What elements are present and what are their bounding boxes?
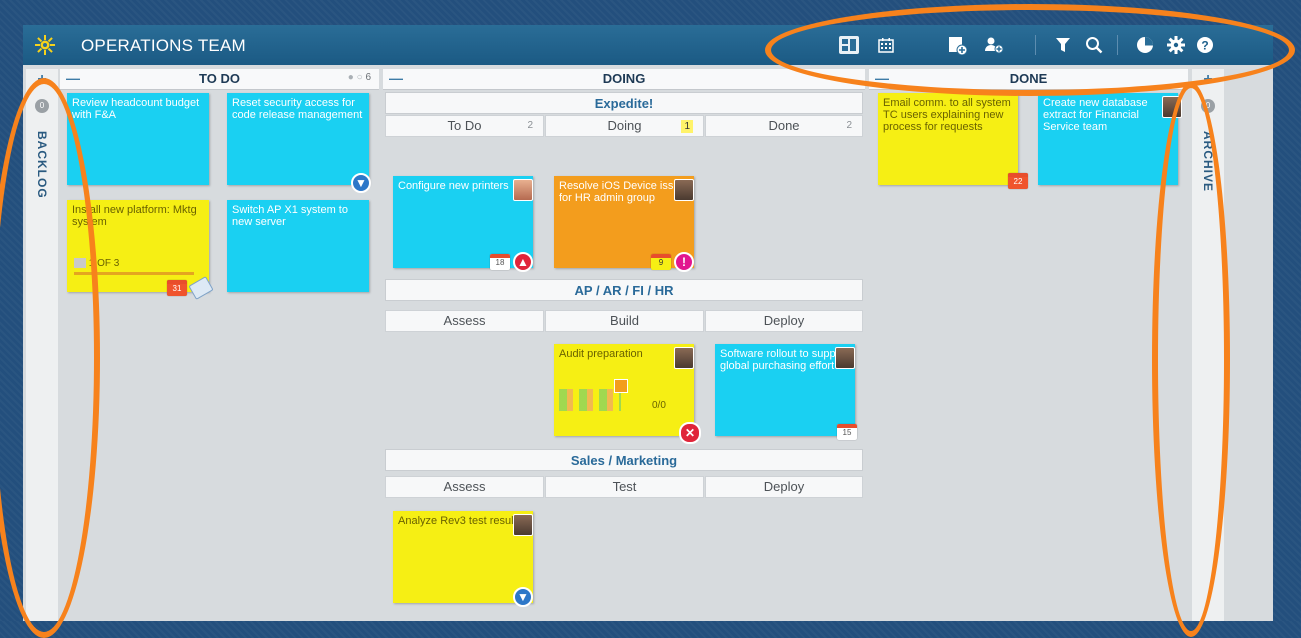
card-reset-security[interactable]: Reset security access for code release m… [227,93,371,193]
column-doing: — DOING Expedite! To Do 2 Doing 1 Done 2 Co… [383,69,865,621]
due-date-calendar-icon: 22 [1008,173,1028,189]
card-resolve-ios[interactable]: Resolve iOS Device issue for HR admin gr… [554,176,694,272]
avatar [513,179,533,201]
column-title-doing: DOING [602,71,646,86]
column-title-todo: TO DO [199,71,240,86]
card-text: Review headcount budget with F&A [72,97,200,121]
avatar [674,179,694,201]
due-date-calendar-icon: 9 [651,254,671,270]
due-date-calendar-icon: 15 [837,424,857,440]
card-text: Analyze Rev3 test results [398,515,523,527]
column-count-todo: ● ○ 6 [347,72,371,83]
card-audit-preparation[interactable]: Audit preparation 0/0 ✕ [554,344,701,444]
blocked-icon: ✕ [679,422,701,444]
board-title: OPERATIONS TEAM [81,36,246,55]
sublane-count: 2 [846,120,852,131]
lane-expedite-title[interactable]: Expedite! [385,92,863,114]
column-todo: — TO DO ● ○ 6 Review headcount budget wi… [60,69,379,621]
priority-critical-icon: ! [674,252,694,272]
due-date-calendar-icon: 31 [167,280,187,296]
card-text: Audit preparation [559,348,643,360]
avatar [513,514,533,536]
sublane-done[interactable]: Done 2 [705,115,863,137]
card-text: Software rollout to support global purch… [720,348,849,372]
card-analyze-rev3[interactable]: Analyze Rev3 test results ▼ [393,511,533,607]
card-switch-ap[interactable]: Switch AP X1 system to new server [227,200,369,292]
avatar [835,347,855,369]
sublane-label: Deploy [763,479,805,494]
card-text: Create new database extract for Financia… [1043,97,1148,133]
sublane-label: Deploy [763,313,805,328]
column-done: — DONE Email comm. to all system TC user… [869,69,1188,621]
highlight-ring-toolbar [765,4,1295,96]
sublane-label: To Do [447,118,482,133]
sublane-label: Test [612,479,637,494]
due-date-calendar-icon: 18 [490,254,510,270]
sun-logo-icon [35,35,55,55]
sublane-count: 1 [681,120,693,133]
task-icon [614,379,628,393]
lane-sales-title[interactable]: Sales / Marketing [385,449,863,471]
sublane-assess[interactable]: Assess [385,310,544,332]
card-text: Switch AP X1 system to new server [232,204,348,228]
card-email-comm[interactable]: Email comm. to all system TC users expla… [878,93,1028,189]
sublane-build[interactable]: Build [545,310,704,332]
column-header-doing: — DOING [383,69,865,90]
card-create-database[interactable]: Create new database extract for Financia… [1038,93,1182,185]
avatar [674,347,694,369]
priority-high-icon: ▲ [513,252,533,272]
task-board-thumbnail [559,389,621,411]
sublane-test[interactable]: Test [545,476,704,498]
sublane-label: Build [610,313,639,328]
sublane-assess[interactable]: Assess [385,476,544,498]
card-software-rollout[interactable]: Software rollout to support global purch… [715,344,857,440]
sublane-label: Doing [607,118,642,133]
column-header-todo: — TO DO ● ○ 6 [60,69,379,90]
sublane-deploy[interactable]: Deploy [705,310,863,332]
sublane-deploy[interactable]: Deploy [705,476,863,498]
card-review-headcount[interactable]: Review headcount budget with F&A [67,93,209,185]
card-text: Reset security access for code release m… [232,97,363,121]
highlight-ring-archive [1152,82,1230,637]
priority-low-icon: ▼ [513,587,533,607]
card-text: Configure new printers [398,180,509,192]
sublane-label: Done [768,118,800,133]
sublane-doing[interactable]: Doing 1 [545,115,704,137]
sublane-count: 2 [527,120,533,131]
tag-icon [188,276,214,300]
sublane-label: Assess [443,479,486,494]
card-text: Email comm. to all system TC users expla… [883,97,1011,133]
lane-ap-title[interactable]: AP / AR / FI / HR [385,279,863,301]
board-frame: OPERATIONS TEAM ? + 0 BACKLOG — TO DO ● … [23,25,1273,621]
card-text: Resolve iOS Device issue for HR admin gr… [559,180,686,204]
sublane-todo[interactable]: To Do 2 [385,115,544,137]
task-count: 0/0 [652,400,666,411]
card-configure-printers[interactable]: Configure new printers 18 ▲ [393,176,533,272]
priority-low-icon: ▼ [351,173,371,193]
sublane-label: Assess [443,313,486,328]
